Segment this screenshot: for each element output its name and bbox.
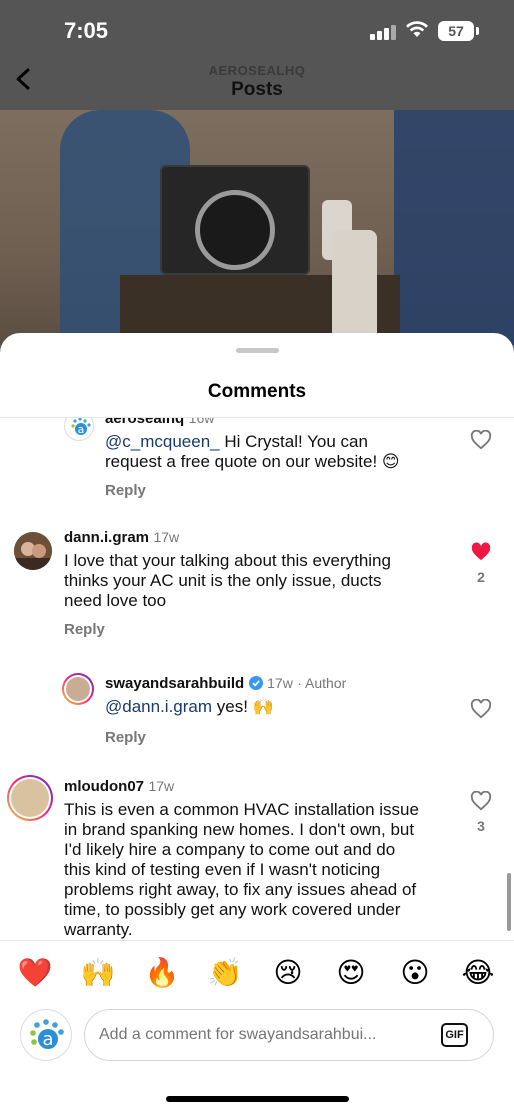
svg-text:a: a [42,1029,53,1050]
emoji-crying-button[interactable]: 😢 [268,955,308,991]
gif-button[interactable]: GIF [441,1023,468,1047]
comment-username[interactable]: aerosealhq [105,418,184,427]
emoji-heart-eyes-button[interactable]: 😍 [331,955,371,991]
comment-input[interactable] [84,1009,494,1061]
post-video-frame [0,110,514,345]
comments-list[interactable]: a aerosealhq 16w @c_mcqueen_ Hi Crystal!… [0,418,514,940]
emoji-clap-button[interactable]: 👏 [205,955,245,991]
status-time: 7:05 [64,18,109,43]
comment: dann.i.gram 17w I love that your talking… [0,526,514,638]
avatar[interactable]: a [64,418,94,441]
status-bar: 7:05 57 [0,0,514,60]
like-heart-icon[interactable] [470,698,492,719]
like-count: 3 [477,818,485,834]
comment-reply: swayandsarahbuild 17w · Author @dann.i.g… [0,673,514,763]
svg-text:a: a [78,423,85,436]
sheet-drag-handle[interactable] [236,348,279,353]
divider [0,940,514,941]
dimmed-background: 7:05 57 AEROSEALHQ Posts [0,0,514,345]
wifi-icon [405,20,429,44]
home-indicator [166,1096,349,1102]
mention-link[interactable]: @dann.i.gram [105,697,212,716]
comment-username[interactable]: mloudon07 [64,778,144,795]
top-header: AEROSEALHQ Posts [0,55,514,110]
emoji-heart-button[interactable]: ❤️ [15,955,55,991]
comments-sheet: Comments a aerosealhq 16w @c_mcqueen_ Hi… [0,333,514,1112]
comment: mloudon07 17w This is even a common HVAC… [0,775,514,940]
comment-time: 16w [188,418,215,426]
battery-indicator: 57 [438,21,479,41]
cellular-signal-icon [370,24,398,40]
sheet-title: Comments [207,381,307,402]
scrollbar[interactable] [507,873,511,931]
comment-text: I love that your talking about this ever… [64,551,391,610]
comment-username[interactable]: swayandsarahbuild [105,675,244,692]
comment-text: This is even a common HVAC installation … [64,800,419,939]
like-count: 2 [477,569,485,585]
comment-reply: a aerosealhq 16w @c_mcqueen_ Hi Crystal!… [0,418,514,508]
mention-link[interactable]: @c_mcqueen_ [105,432,220,451]
reply-button[interactable]: Reply [64,621,105,638]
quick-emoji-bar: ❤️ 🙌 🔥 👏 😢 😍 😮 😂 [0,951,514,995]
comment-composer: a GIF [0,1005,514,1065]
emoji-surprised-button[interactable]: 😮 [395,955,435,991]
avatar[interactable] [14,532,52,570]
emoji-fire-button[interactable]: 🔥 [142,955,182,991]
like-heart-icon[interactable] [470,790,492,811]
author-tag: · Author [297,675,347,691]
reply-button[interactable]: Reply [105,482,146,499]
account-name: AEROSEALHQ [208,63,306,78]
page-title: Posts [231,79,283,100]
comment-text: @c_mcqueen_ Hi Crystal! You can request … [105,432,400,471]
comment-time: 17w [153,529,180,545]
comment-username[interactable]: dann.i.gram [64,529,149,546]
like-heart-icon[interactable] [470,542,492,562]
comment-time: 17w [267,675,293,691]
emoji-raised-hands-button[interactable]: 🙌 [78,955,118,991]
comment-text: @dann.i.gram yes! 🙌 [105,697,274,716]
avatar-story-ring[interactable] [7,775,53,821]
verified-badge-icon [248,676,263,695]
reply-button[interactable]: Reply [105,729,146,746]
current-user-avatar: a [20,1009,72,1061]
like-heart-icon[interactable] [470,429,492,450]
avatar-story-ring[interactable] [62,673,94,705]
emoji-laughing-button[interactable]: 😂 [458,955,498,991]
comment-time: 17w [148,778,175,794]
